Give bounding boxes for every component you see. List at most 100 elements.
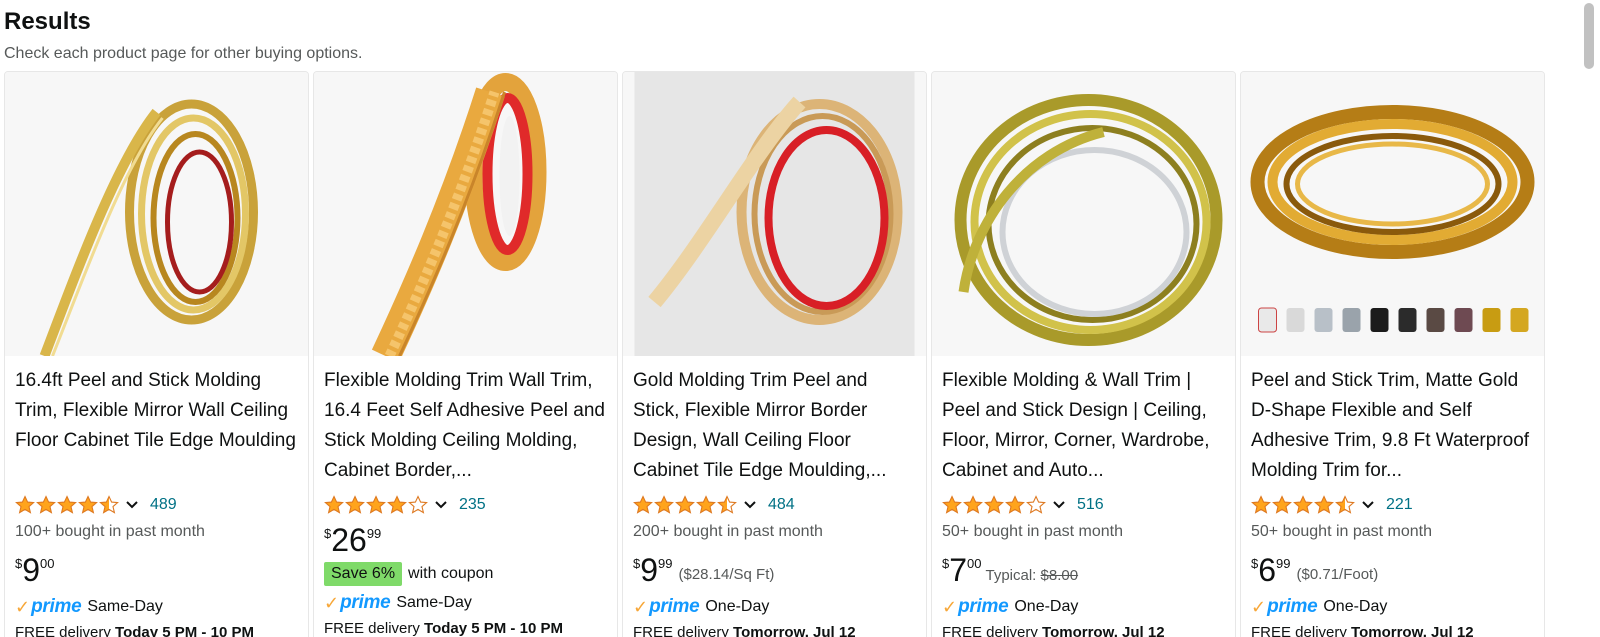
- product-image-art: [315, 72, 616, 356]
- delivery-text: FREE delivery: [324, 620, 425, 637]
- star-icon: [963, 495, 983, 514]
- half-star-icon: [1335, 495, 1355, 514]
- prime-logo: prime: [340, 592, 391, 613]
- bought-in-past-month: 100+ bought in past month: [15, 523, 205, 540]
- review-count-link[interactable]: 489: [150, 496, 177, 514]
- price[interactable]: $ 9 00: [15, 554, 55, 586]
- price-symbol: $: [324, 526, 332, 541]
- product-image-art: [1242, 72, 1543, 356]
- delivery-speed: One-Day: [1323, 598, 1388, 615]
- product-image[interactable]: [1241, 72, 1544, 356]
- product-title-link[interactable]: Flexible Molding Trim Wall Trim, 16.4 Fe…: [324, 366, 607, 486]
- delivery-speed: Same-Day: [396, 594, 472, 611]
- delivery-text: FREE delivery: [1251, 624, 1352, 637]
- typical-price: Typical: $8.00: [986, 567, 1079, 584]
- price-row: $ 6 99 ($0.71/Foot): [1251, 554, 1534, 586]
- star-rating[interactable]: [1251, 495, 1356, 515]
- product-title-link[interactable]: Peel and Stick Trim, Matte Gold D-Shape …: [1251, 366, 1534, 486]
- star-rating[interactable]: [942, 495, 1047, 515]
- coupon-text: with coupon: [408, 565, 494, 582]
- product-image-art: [6, 72, 307, 356]
- scrollbar-thumb[interactable]: [1584, 3, 1594, 69]
- delivery-speed: One-Day: [1014, 598, 1079, 615]
- prime-check-icon: ✓: [1251, 596, 1267, 617]
- delivery-date: Tomorrow, Jul 12: [1042, 624, 1165, 637]
- chevron-down-icon[interactable]: [742, 497, 758, 513]
- results-title: Results: [4, 8, 91, 35]
- rating-row: 484: [633, 494, 916, 516]
- prime-badge: ✓ prime Same-Day: [324, 592, 607, 614]
- delivery-info: FREE delivery Today 5 PM - 10 PM: [324, 620, 607, 637]
- product-card: Peel and Stick Trim, Matte Gold D-Shape …: [1240, 71, 1545, 637]
- chevron-down-icon[interactable]: [433, 497, 449, 513]
- star-icon: [675, 495, 695, 514]
- price-whole: 26: [331, 522, 367, 558]
- delivery-info: FREE delivery Tomorrow, Jul 12: [942, 624, 1225, 637]
- rating-row: 516: [942, 494, 1225, 516]
- rating-row: 235: [324, 494, 607, 516]
- product-image[interactable]: [5, 72, 308, 356]
- review-count-link[interactable]: 235: [459, 496, 486, 514]
- delivery-date: Tomorrow, Jul 12: [733, 624, 856, 637]
- delivery-text: FREE delivery: [15, 624, 116, 637]
- product-card: 16.4ft Peel and Stick Molding Trim, Flex…: [4, 71, 309, 637]
- product-card: Gold Molding Trim Peel and Stick, Flexib…: [622, 71, 927, 637]
- star-icon: [1272, 495, 1292, 514]
- price-fraction: 00: [40, 556, 55, 571]
- prime-logo: prime: [31, 596, 82, 617]
- price-row: $ 26 99: [324, 524, 607, 556]
- product-image-art: [624, 72, 925, 356]
- empty-star-icon: [408, 495, 428, 514]
- product-card: Flexible Molding & Wall Trim | Peel and …: [931, 71, 1236, 637]
- price-row: $ 9 00: [15, 554, 298, 586]
- unit-price: ($0.71/Foot): [1296, 566, 1379, 583]
- star-icon: [984, 495, 1004, 514]
- star-rating[interactable]: [15, 495, 120, 515]
- star-icon: [345, 495, 365, 514]
- price[interactable]: $ 9 99: [633, 554, 673, 586]
- star-rating[interactable]: [324, 495, 429, 515]
- product-title-link[interactable]: 16.4ft Peel and Stick Molding Trim, Flex…: [15, 366, 298, 486]
- scrollbar[interactable]: [1576, 0, 1600, 637]
- delivery-date: Today 5 PM - 10 PM: [424, 620, 563, 637]
- price-symbol: $: [15, 556, 23, 571]
- product-image[interactable]: [932, 72, 1235, 356]
- star-icon: [633, 495, 653, 514]
- rating-row: 221: [1251, 494, 1534, 516]
- product-image[interactable]: [623, 72, 926, 356]
- price[interactable]: $ 26 99: [324, 524, 381, 556]
- review-count-link[interactable]: 516: [1077, 496, 1104, 514]
- typical-price-value: $8.00: [1040, 567, 1079, 584]
- search-results-page: Results Check each product page for othe…: [0, 0, 1600, 637]
- price-fraction: 99: [1276, 556, 1291, 571]
- delivery-speed: Same-Day: [87, 598, 163, 615]
- review-count-link[interactable]: 484: [768, 496, 795, 514]
- product-card: Flexible Molding Trim Wall Trim, 16.4 Fe…: [313, 71, 618, 637]
- product-title-link[interactable]: Gold Molding Trim Peel and Stick, Flexib…: [633, 366, 916, 486]
- empty-star-icon: [1026, 495, 1046, 514]
- star-icon: [36, 495, 56, 514]
- review-count-link[interactable]: 221: [1386, 496, 1413, 514]
- price[interactable]: $ 7 00: [942, 554, 982, 586]
- price[interactable]: $ 6 99: [1251, 554, 1291, 586]
- star-icon: [654, 495, 674, 514]
- prime-badge: ✓ prime One-Day: [633, 596, 916, 618]
- rating-row: 489: [15, 494, 298, 516]
- product-title-link[interactable]: Flexible Molding & Wall Trim | Peel and …: [942, 366, 1225, 486]
- prime-check-icon: ✓: [324, 592, 340, 613]
- coupon-badge[interactable]: Save 6%: [324, 562, 403, 586]
- delivery-text: FREE delivery: [633, 624, 734, 637]
- price-symbol: $: [633, 556, 641, 571]
- product-image[interactable]: [314, 72, 617, 356]
- product-grid: 16.4ft Peel and Stick Molding Trim, Flex…: [4, 71, 1576, 637]
- prime-logo: prime: [649, 596, 700, 617]
- delivery-info: FREE delivery Tomorrow, Jul 12: [633, 624, 916, 637]
- star-rating[interactable]: [633, 495, 738, 515]
- typical-label: Typical:: [985, 567, 1041, 584]
- star-icon: [1314, 495, 1334, 514]
- price-whole: 9: [22, 552, 41, 588]
- chevron-down-icon[interactable]: [124, 497, 140, 513]
- star-icon: [696, 495, 716, 514]
- chevron-down-icon[interactable]: [1051, 497, 1067, 513]
- chevron-down-icon[interactable]: [1360, 497, 1376, 513]
